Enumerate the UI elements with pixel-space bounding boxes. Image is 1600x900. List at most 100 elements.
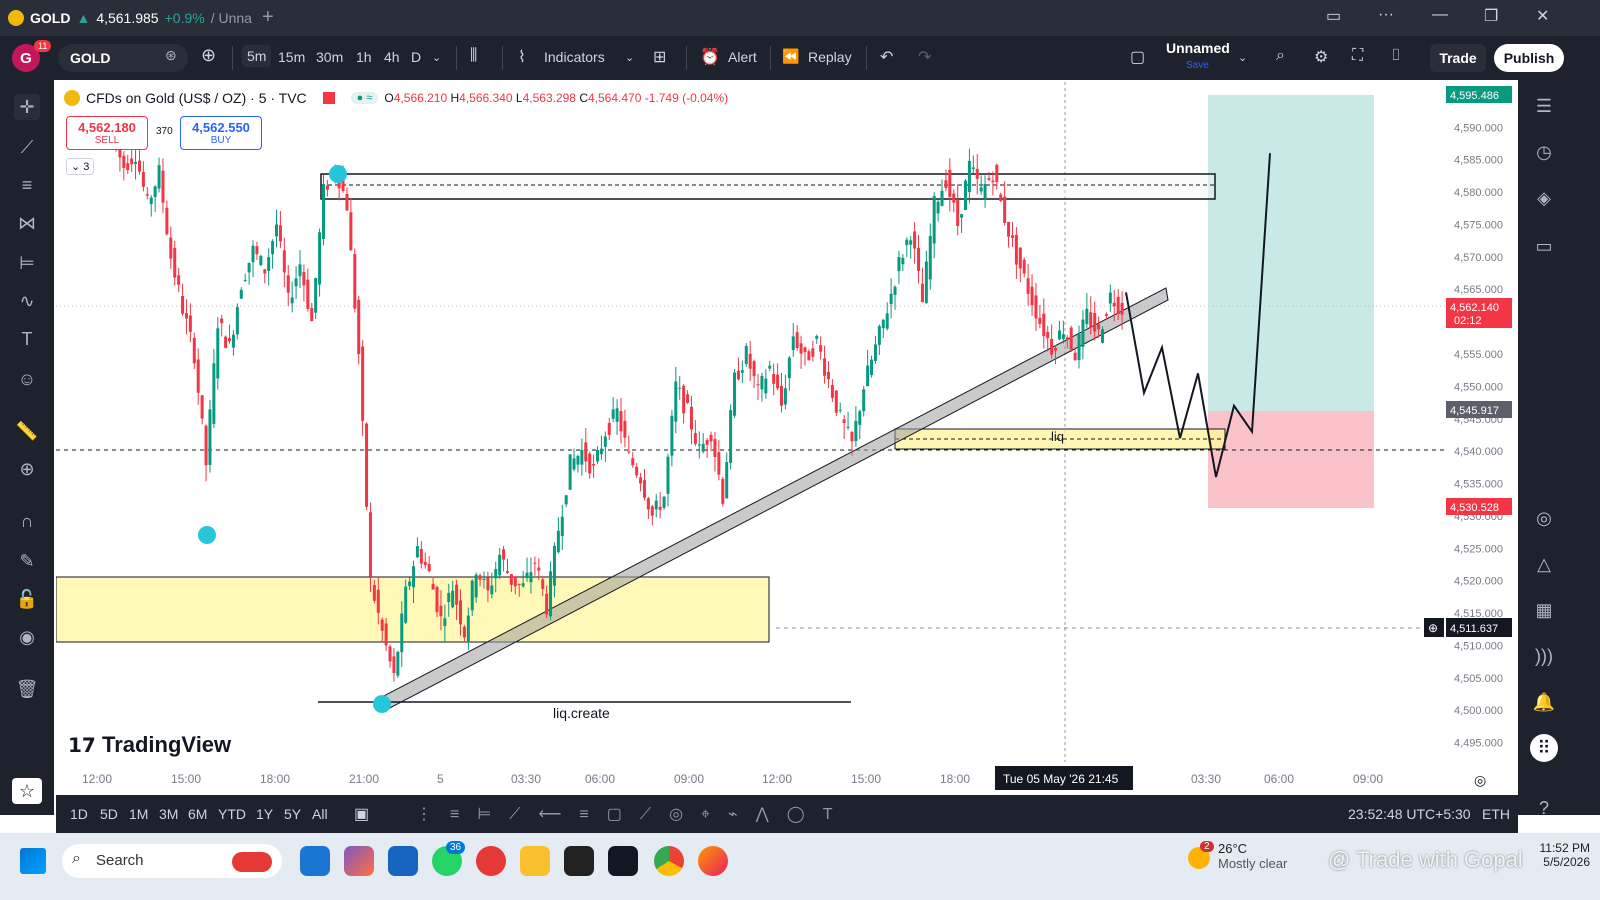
apps-grid-icon[interactable]: ⠿ xyxy=(1530,734,1558,762)
indicators-icon[interactable]: ⌇ xyxy=(518,47,526,67)
more-icon[interactable]: ··· xyxy=(1378,6,1394,24)
text-icon[interactable]: T xyxy=(14,326,40,352)
marker-bottom[interactable] xyxy=(373,695,391,713)
layers-icon[interactable]: ◈ xyxy=(1530,184,1558,212)
layout-icon[interactable]: ▢ xyxy=(1130,47,1145,67)
notifications-icon[interactable]: 🔔 xyxy=(1530,688,1558,716)
target-icon[interactable]: ◎ xyxy=(1530,504,1558,532)
minimize-icon[interactable]: — xyxy=(1432,6,1448,24)
publish-button[interactable]: Publish xyxy=(1494,44,1564,72)
chart-type-icon[interactable]: ⫼ xyxy=(470,47,477,65)
interval-dropdown-icon[interactable]: ⌄ xyxy=(432,51,441,64)
restore-icon[interactable]: ❐ xyxy=(1484,6,1498,26)
settings-icon[interactable]: ⚙ xyxy=(1314,47,1328,67)
marker-left[interactable] xyxy=(198,526,216,544)
session-eth[interactable]: ETH xyxy=(1482,806,1510,822)
flag-icon[interactable] xyxy=(322,92,335,104)
crosshair-icon[interactable]: ✛ xyxy=(14,94,40,120)
axis-settings-icon[interactable]: ◎ xyxy=(1474,772,1486,788)
help-icon[interactable]: ? xyxy=(1530,794,1558,822)
replay-button[interactable]: Replay xyxy=(808,49,852,65)
watchlist-icon[interactable]: ☰ xyxy=(1530,92,1558,120)
favorites-star-icon[interactable]: ☆ xyxy=(12,778,42,804)
firefox-icon[interactable] xyxy=(698,846,728,876)
emoji-icon[interactable]: ☺ xyxy=(14,366,40,392)
chrome-icon[interactable] xyxy=(654,846,684,876)
new-tab-icon[interactable]: + xyxy=(262,6,274,29)
interval-15m[interactable]: 15m xyxy=(278,49,305,65)
layout-name[interactable]: Unnamed xyxy=(1166,40,1230,56)
range-1y[interactable]: 1Y xyxy=(256,806,273,822)
ruler-icon[interactable]: 📏 xyxy=(14,418,40,444)
forecast-icon[interactable]: ⊨ xyxy=(14,250,40,276)
clock-utc[interactable]: 23:52:48 UTC+5:30 xyxy=(1348,806,1471,822)
ideas-icon[interactable]: △ xyxy=(1530,550,1558,578)
indicators-button[interactable]: Indicators xyxy=(544,49,605,65)
sell-button[interactable]: 4,562.180 SELL xyxy=(66,116,148,150)
compare-add-icon[interactable]: ⊕ xyxy=(201,45,216,66)
alerts-clock-icon[interactable]: ◷ xyxy=(1530,138,1558,166)
pattern-icon[interactable]: ⋈ xyxy=(14,210,40,236)
close-icon[interactable]: ✕ xyxy=(1536,6,1549,26)
supply-box[interactable] xyxy=(320,173,1216,200)
interval-5m[interactable]: 5m xyxy=(242,45,272,67)
system-clock[interactable]: 11:52 PM 5/5/2026 xyxy=(1500,841,1590,869)
price-chart[interactable]: liq liq.create 4,595.0004,590.0004,585.0… xyxy=(56,82,1516,795)
calendar-icon[interactable]: ▦ xyxy=(1530,596,1558,624)
stream-icon[interactable]: ))) xyxy=(1530,642,1558,670)
target-zone[interactable] xyxy=(1208,95,1374,411)
opera-icon[interactable] xyxy=(476,846,506,876)
goto-date-icon[interactable]: ▣ xyxy=(354,804,369,824)
copilot-icon[interactable] xyxy=(344,846,374,876)
drawing-shortcuts[interactable]: ⋮≡⊨⟋⟵≡▢⟋◎⌖⌁⋀◯T xyxy=(416,804,850,824)
stop-zone[interactable] xyxy=(1208,411,1374,508)
stay-drawing-icon[interactable]: ✎ xyxy=(14,548,40,574)
buy-button[interactable]: 4,562.550 BUY xyxy=(180,116,262,150)
zoom-icon[interactable]: ⊕ xyxy=(14,456,40,482)
range-1m[interactable]: 1M xyxy=(129,806,148,822)
chat-icon[interactable]: ▭ xyxy=(1530,232,1558,260)
magnet-icon[interactable]: ∩ xyxy=(14,508,40,534)
app-sm-icon[interactable] xyxy=(564,846,594,876)
file-explorer-icon[interactable] xyxy=(520,846,550,876)
mail-icon[interactable] xyxy=(300,846,330,876)
alert-button[interactable]: Alert xyxy=(728,49,757,65)
hide-icon[interactable]: ◉ xyxy=(14,624,40,650)
undo-icon[interactable]: ↶ xyxy=(880,47,893,67)
redo-icon[interactable]: ↷ xyxy=(918,47,931,67)
range-all[interactable]: All xyxy=(312,806,328,822)
interval-30m[interactable]: 30m xyxy=(316,49,343,65)
replay-icon[interactable]: ⏪ xyxy=(782,48,799,65)
range-3m[interactable]: 3M xyxy=(159,806,178,822)
fib-icon[interactable]: ≡ xyxy=(14,172,40,198)
market-status-icon[interactable]: ● ≈ xyxy=(350,92,379,104)
tradingview-taskbar-icon[interactable] xyxy=(608,846,638,876)
indicators-collapse[interactable]: ⌄ 3 xyxy=(66,158,95,175)
trash-icon[interactable]: 🗑 xyxy=(14,676,40,702)
indicators-dropdown-icon[interactable]: ⌄ xyxy=(625,51,634,64)
brush-icon[interactable]: ∿ xyxy=(14,288,40,314)
symbol-settings-icon[interactable]: ⊛ xyxy=(165,47,177,64)
layout-save-label[interactable]: Save xyxy=(1186,60,1209,71)
trendline-icon[interactable]: ⟋ xyxy=(14,134,40,160)
range-5d[interactable]: 5D xyxy=(100,806,118,822)
weather-widget[interactable]: 26°C Mostly clear xyxy=(1218,841,1287,871)
range-1d[interactable]: 1D xyxy=(70,806,88,822)
tray-icon[interactable]: ▭ xyxy=(1326,6,1341,26)
lock-icon[interactable]: 🔓 xyxy=(14,586,40,612)
range-6m[interactable]: 6M xyxy=(188,806,207,822)
widgets-icon[interactable] xyxy=(232,852,272,872)
browser-tab-gold[interactable]: GOLD ▲ 4,561.985 +0.9% / Unna xyxy=(8,5,252,31)
snapshot-icon[interactable]: ⌷ xyxy=(1391,47,1401,65)
interval-1h[interactable]: 1h xyxy=(356,49,372,65)
store-icon[interactable] xyxy=(388,846,418,876)
fullscreen-icon[interactable]: ⛶ xyxy=(1352,47,1363,65)
range-ytd[interactable]: YTD xyxy=(218,806,246,822)
range-5y[interactable]: 5Y xyxy=(284,806,301,822)
quick-search-icon[interactable]: ⌕ xyxy=(1276,47,1285,65)
trade-button[interactable]: Trade xyxy=(1430,44,1486,72)
interval-d[interactable]: D xyxy=(411,49,421,65)
layout-dropdown-icon[interactable]: ⌄ xyxy=(1238,51,1247,64)
interval-4h[interactable]: 4h xyxy=(384,49,400,65)
windows-start-icon[interactable] xyxy=(20,848,46,874)
